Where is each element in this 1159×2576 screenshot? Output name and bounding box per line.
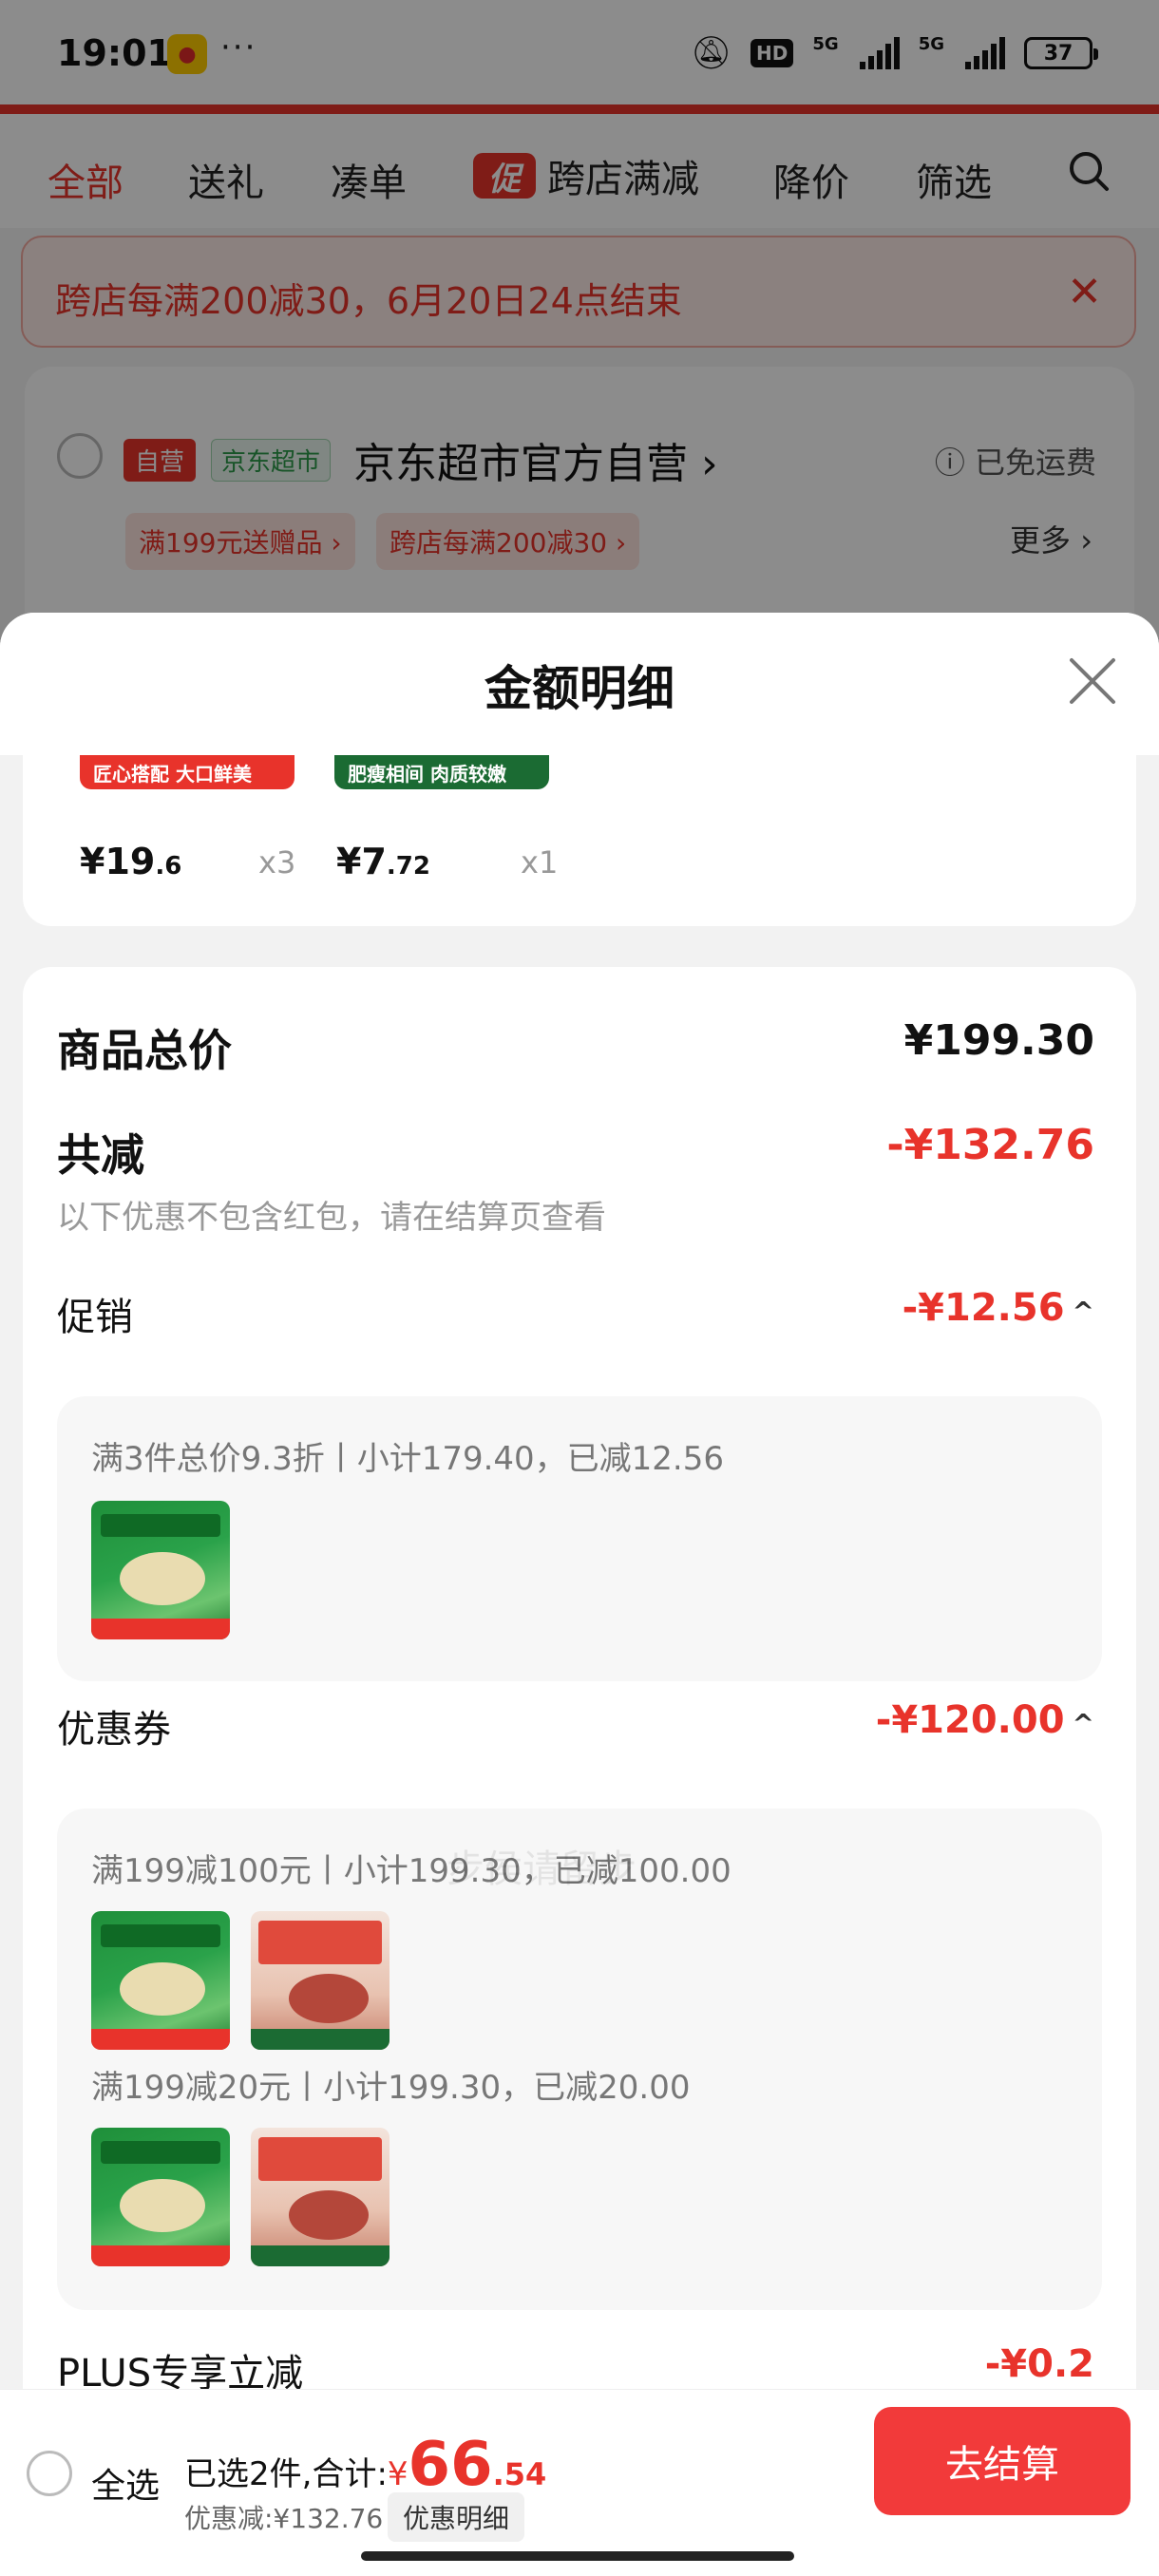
product-image-dumplings (91, 1501, 230, 1639)
total-price-label: 商品总价 (57, 1025, 232, 1076)
discount-detail-button[interactable]: 优惠明细 (388, 2492, 525, 2542)
product-qty-2: x1 (521, 844, 559, 881)
promotion-label: 促销 (57, 1296, 133, 1339)
select-all-label[interactable]: 全选 (91, 2458, 160, 2508)
product-thumb-2: 肥瘦相间 肉质较嫩 (334, 755, 549, 789)
total-amount-int: 66 (408, 2430, 493, 2500)
product-image-dumplings (91, 1911, 230, 2050)
checkout-bar: 全选 已选2件,合计:¥66.54 优惠减:¥132.76 优惠明细 去结算 (0, 2389, 1159, 2576)
product-qty-1: x3 (258, 844, 296, 881)
total-price-value: ¥199.30 (903, 1016, 1094, 1065)
product-thumb-2-text: 肥瘦相间 肉质较嫩 (348, 763, 506, 786)
promotion-box: 满3件总价9.3折丨小计179.40，已减12.56 (57, 1396, 1102, 1681)
promotion-detail: 满3件总价9.3折丨小计179.40，已减12.56 (91, 1440, 725, 1478)
product-image-meat (251, 1911, 390, 2050)
chevron-up-icon: ^ (1072, 1296, 1094, 1327)
close-icon[interactable] (1068, 656, 1117, 706)
coupon-label: 优惠券 (57, 1708, 171, 1752)
product-price-1-int: ¥19 (80, 841, 156, 882)
product-price-1: ¥19.6 (80, 841, 181, 882)
product-price-2-dec: .72 (386, 852, 430, 881)
price-detail-card: 商品总价 ¥199.30 共减 -¥132.76 以下优惠不包含红包，请在结算页… (23, 967, 1136, 2576)
product-thumb-1: 匠心搭配 大口鲜美 (80, 755, 294, 789)
sheet-header: 金额明细 (0, 613, 1159, 755)
coupon-value[interactable]: -¥120.00 ^ (876, 1698, 1094, 1742)
amount-detail-sheet: 金额明细 匠心搭配 大口鲜美 肥瘦相间 肉质较嫩 ¥19.6 x3 ¥7.72 … (0, 613, 1159, 2576)
promotion-value[interactable]: -¥12.56 ^ (902, 1286, 1094, 1330)
discount-summary: 优惠减:¥132.76 (184, 2503, 384, 2534)
sheet-title: 金额明细 (484, 661, 674, 716)
modal-overlay[interactable] (0, 0, 1159, 665)
promotion-value-text: -¥12.56 (902, 1286, 1065, 1330)
select-all-radio[interactable] (27, 2451, 72, 2496)
product-image-meat (251, 2128, 390, 2266)
total-summary: 已选2件,合计:¥66.54 (184, 2430, 546, 2500)
discount-note: 以下优惠不包含红包，请在结算页查看 (57, 1199, 606, 1237)
currency-symbol: ¥ (387, 2455, 408, 2493)
product-price-2: ¥7.72 (336, 841, 430, 882)
home-indicator[interactable] (361, 2551, 794, 2561)
total-discount-label: 共减 (57, 1129, 144, 1181)
coupon-value-text: -¥120.00 (875, 1698, 1065, 1742)
chevron-up-icon: ^ (1072, 1708, 1094, 1739)
plus-discount-value: -¥0.2 (984, 2342, 1094, 2386)
product-price-2-int: ¥7 (336, 841, 387, 882)
checkout-button[interactable]: 去结算 (874, 2407, 1130, 2515)
total-discount-value: -¥132.76 (886, 1121, 1094, 1169)
product-summary-card: 匠心搭配 大口鲜美 肥瘦相间 肉质较嫩 ¥19.6 x3 ¥7.72 x1 (23, 755, 1136, 926)
watermark: 步侯请留步 (446, 1847, 636, 1891)
total-amount-dec: .54 (492, 2456, 547, 2492)
coupon-detail-2: 满199减20元丨小计199.30，已减20.00 (91, 2069, 691, 2107)
selected-count-text: 已选2件,合计: (184, 2455, 388, 2493)
product-thumb-1-text: 匠心搭配 大口鲜美 (93, 763, 252, 786)
product-price-1-dec: .6 (155, 852, 182, 881)
product-image-dumplings (91, 2128, 230, 2266)
